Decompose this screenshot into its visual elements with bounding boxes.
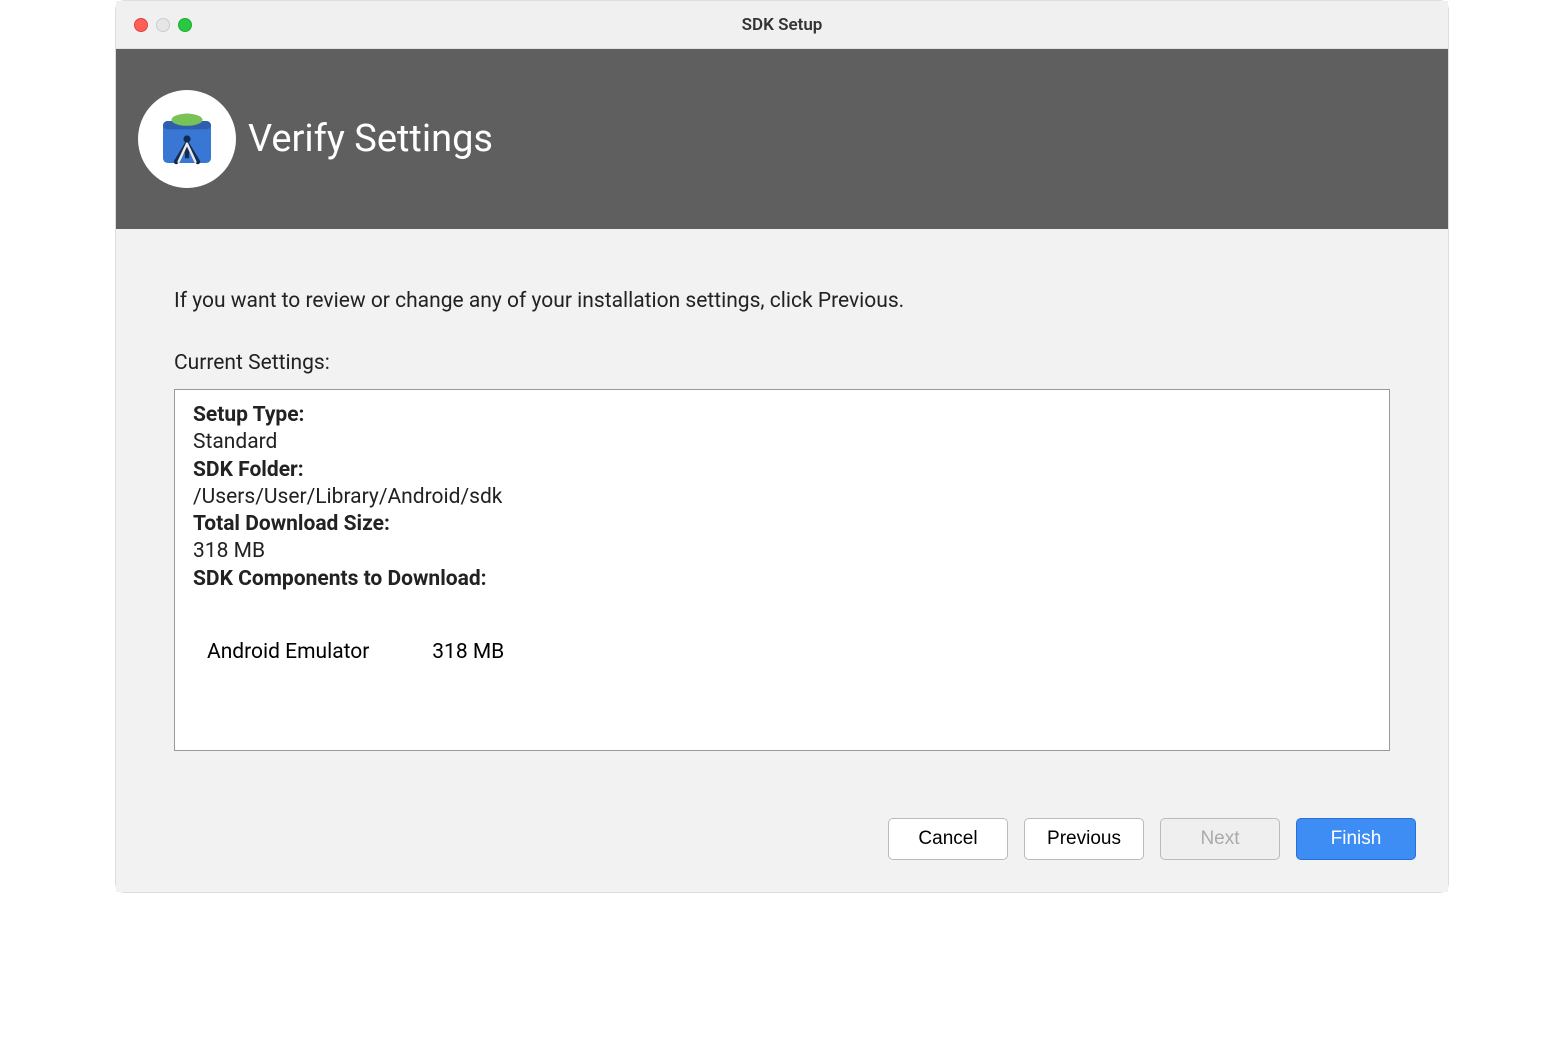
next-button: Next [1160,818,1280,860]
settings-summary-box: Setup Type: Standard SDK Folder: /Users/… [174,389,1390,751]
sdk-folder-label: SDK Folder: [193,457,1371,484]
component-row: Android Emulator 318 MB [207,639,1371,666]
setup-type-label: Setup Type: [193,402,1371,429]
content-area: If you want to review or change any of y… [116,229,1448,818]
window-maximize-button[interactable] [178,18,192,32]
sdk-components-label: SDK Components to Download: [193,566,1371,593]
cancel-button[interactable]: Cancel [888,818,1008,860]
total-download-size-label: Total Download Size: [193,511,1371,538]
wizard-header: Verify Settings [116,49,1448,229]
window-title: SDK Setup [742,15,823,35]
window-titlebar: SDK Setup [116,1,1448,49]
sdk-folder-value: /Users/User/Library/Android/sdk [193,484,1371,511]
component-size: 318 MB [432,640,504,664]
window-minimize-button[interactable] [156,18,170,32]
android-studio-icon [138,90,236,188]
intro-text: If you want to review or change any of y… [174,289,1390,313]
finish-button[interactable]: Finish [1296,818,1416,860]
window-close-button[interactable] [134,18,148,32]
component-name: Android Emulator [207,639,427,666]
window-controls [134,18,192,32]
wizard-footer: Cancel Previous Next Finish [116,818,1448,892]
page-title: Verify Settings [248,117,493,161]
current-settings-label: Current Settings: [174,351,1390,375]
previous-button[interactable]: Previous [1024,818,1144,860]
setup-type-value: Standard [193,429,1371,456]
total-download-size-value: 318 MB [193,538,1371,565]
